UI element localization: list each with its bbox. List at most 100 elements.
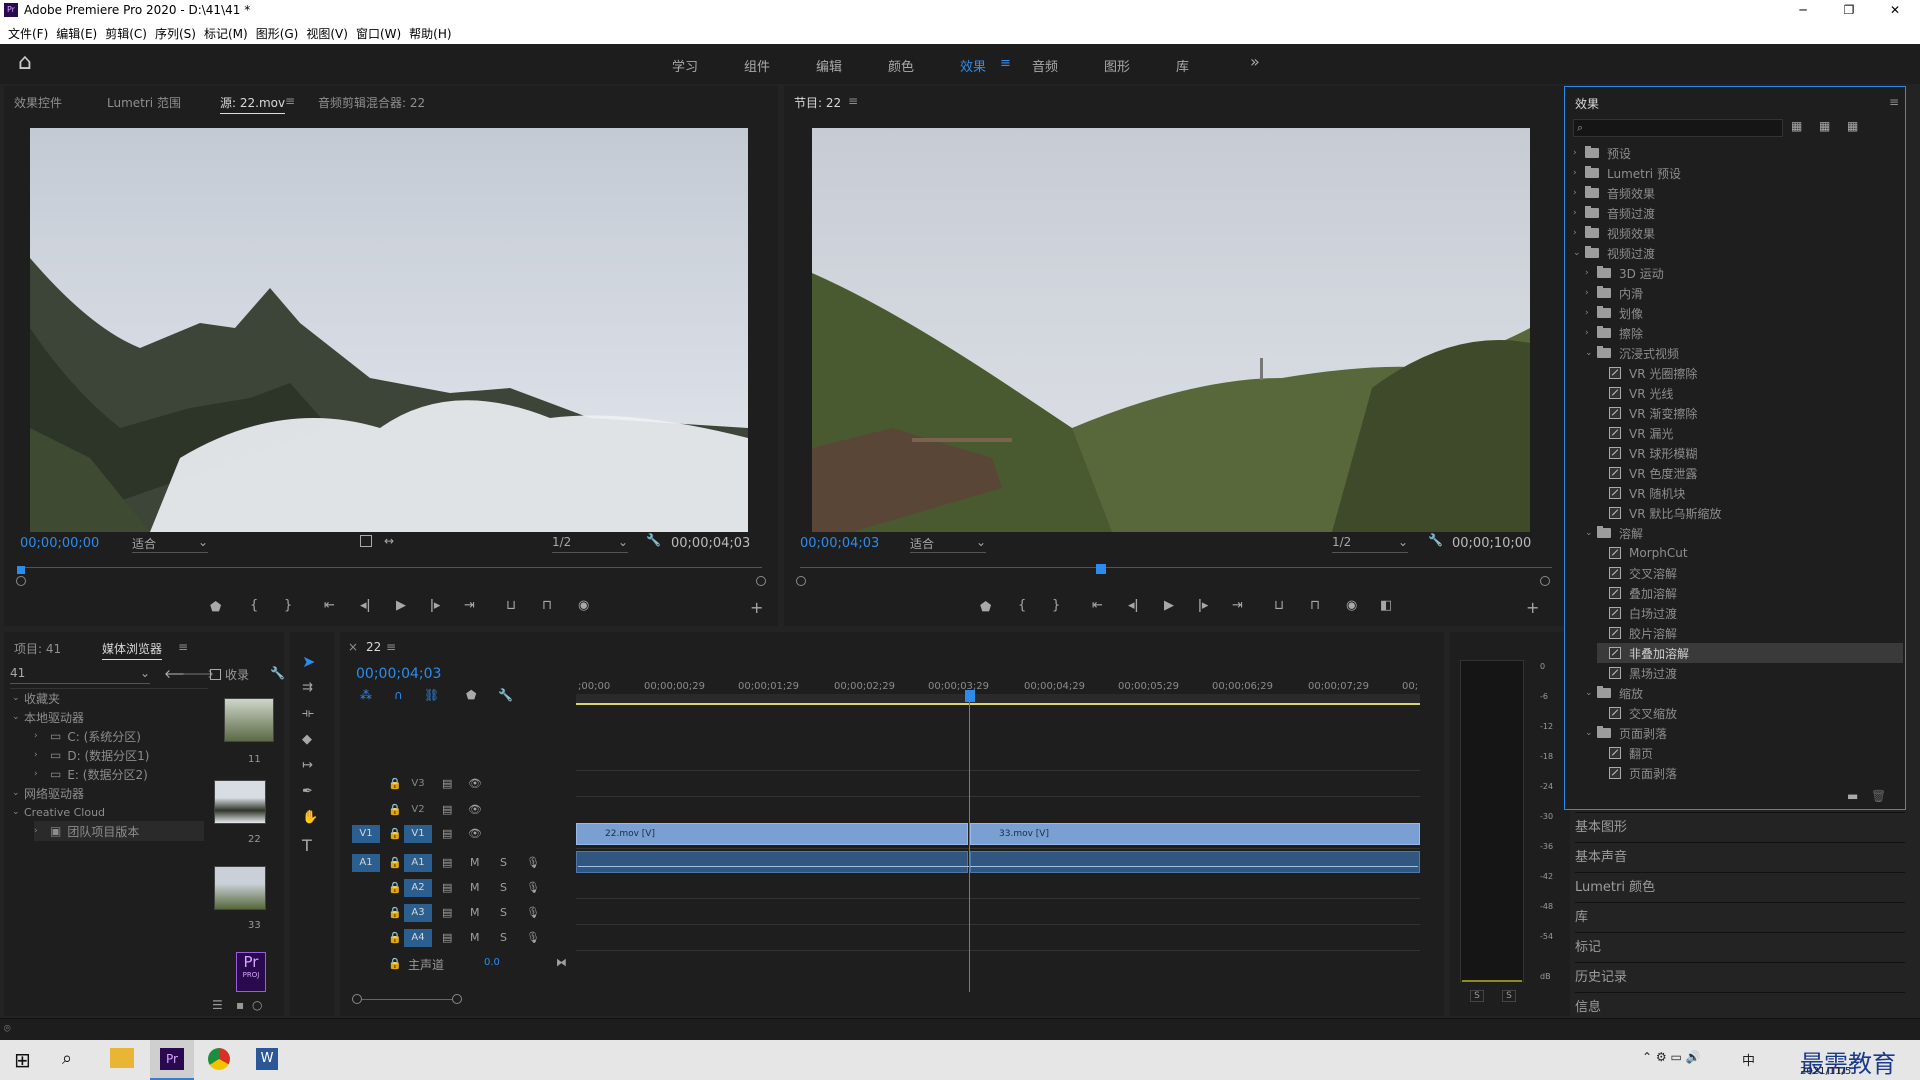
effects-tree-item[interactable]: ⌄ 溶解 <box>1585 523 1903 543</box>
effects-menu-icon[interactable]: ≡ <box>1889 95 1899 109</box>
effects-tree-item[interactable]: VR 渐变擦除 <box>1597 403 1903 423</box>
list-view-icon[interactable]: ☰ <box>212 998 223 1012</box>
media-thumbnail[interactable] <box>214 780 266 824</box>
windows-start-icon[interactable]: ⊞ <box>14 1048 31 1072</box>
tree-drive-e[interactable]: › ▭ E: (数据分区2) <box>34 764 148 784</box>
tab-program[interactable]: 节目: 22 <box>794 94 841 111</box>
menu-window[interactable]: 窗口(W) <box>356 25 401 42</box>
source-playhead[interactable] <box>17 566 25 574</box>
add-marker-icon[interactable]: ⬟ <box>210 600 221 615</box>
selection-tool-icon[interactable]: ➤ <box>302 652 315 671</box>
effects-tree-item[interactable]: › 音频效果 <box>1573 183 1903 203</box>
mute-button[interactable]: M <box>470 881 480 894</box>
icon-view-icon[interactable]: ▪ <box>236 998 244 1012</box>
tree-drive-c[interactable]: › ▭ C: (系统分区) <box>34 726 141 746</box>
pen-tool-icon[interactable]: ✒ <box>302 784 313 799</box>
sync-lock-icon[interactable]: ▤ <box>442 777 452 790</box>
mute-button[interactable]: M <box>470 906 480 919</box>
hand-tool-icon[interactable]: ✋ <box>302 810 318 825</box>
collapsed-panel-header[interactable]: Lumetri 颜色 <box>1575 872 1905 902</box>
chevron-down-icon[interactable]: ⌄ <box>1585 528 1597 538</box>
sync-lock-icon[interactable]: ▤ <box>442 856 452 869</box>
eye-icon[interactable]: 👁 <box>468 777 482 790</box>
extract-icon[interactable]: ⊓ <box>1310 598 1320 613</box>
workspace-graphics[interactable]: 图形 <box>1104 56 1130 75</box>
taskbar-search-icon[interactable]: ⌕ <box>62 1048 72 1069</box>
tab-media-browser[interactable]: 媒体浏览器 <box>102 640 163 660</box>
chevron-down-icon[interactable]: ⌄ <box>1585 348 1597 358</box>
audio-clip-22[interactable] <box>576 851 968 873</box>
lock-icon[interactable]: 🔒 <box>388 906 402 919</box>
go-to-out-icon[interactable]: ⇥ <box>1232 598 1243 613</box>
effects-tree-item[interactable]: 白场过渡 <box>1597 603 1903 623</box>
mark-in-icon[interactable]: { <box>1018 598 1026 613</box>
mark-in-icon[interactable]: { <box>250 598 258 613</box>
comparison-view-icon[interactable]: ◧ <box>1380 598 1392 613</box>
source-resolution-select[interactable]: 1/2 ⌄ <box>552 535 628 553</box>
effects-tree-item[interactable]: ⌄ 页面剥落 <box>1585 723 1903 743</box>
timeline-horizontal-scrollbar[interactable] <box>362 999 452 1000</box>
word-icon[interactable]: W <box>256 1048 278 1070</box>
solo-button[interactable]: S <box>500 881 507 894</box>
meter-solo-right-button[interactable]: S <box>1502 990 1516 1002</box>
mute-button[interactable]: M <box>470 931 480 944</box>
lock-icon[interactable]: 🔒 <box>388 803 402 816</box>
export-frame-icon[interactable]: ◉ <box>578 598 589 613</box>
step-back-icon[interactable]: ◂ǀ <box>1128 598 1138 613</box>
workspace-effects[interactable]: 效果 <box>960 56 986 75</box>
snap-magnet-icon[interactable]: ∩ <box>394 688 403 702</box>
effects-tree-item[interactable]: › 音频过渡 <box>1573 203 1903 223</box>
tab-lumetri-scopes[interactable]: Lumetri 范围 <box>107 94 181 111</box>
maximize-button[interactable]: ❐ <box>1826 0 1872 22</box>
audio-clip-33[interactable] <box>970 851 1420 873</box>
linked-selection-icon[interactable]: ⛓ <box>424 688 439 702</box>
project-file-icon[interactable]: Pr PROJ <box>236 952 266 992</box>
track-target-a3[interactable]: A3 <box>404 904 432 922</box>
source-zoom-end-handle[interactable] <box>756 576 766 586</box>
go-to-in-icon[interactable]: ⇤ <box>324 598 335 613</box>
sync-lock-icon[interactable]: ▤ <box>442 827 452 840</box>
effects-tree-item[interactable]: 叠加溶解 <box>1597 583 1903 603</box>
effects-tree-item[interactable]: VR 色度泄露 <box>1597 463 1903 483</box>
chevron-down-icon[interactable]: ⌄ <box>1585 728 1597 738</box>
lock-icon[interactable]: 🔒 <box>388 881 402 894</box>
new-bin-icon[interactable]: ▬ <box>1847 789 1858 803</box>
go-to-out-icon[interactable]: ⇥ <box>464 598 475 613</box>
chevron-right-icon[interactable]: › <box>1573 148 1585 158</box>
chevron-right-icon[interactable]: › <box>1573 208 1585 218</box>
effects-tree-item[interactable]: 页面剥落 <box>1597 763 1903 783</box>
effects-tree-item[interactable]: › 预设 <box>1573 143 1903 163</box>
delete-icon[interactable]: 🗑 <box>1871 789 1886 803</box>
track-target-v1[interactable]: V1 <box>404 825 432 843</box>
source-menu-icon[interactable]: ≡ <box>285 94 295 108</box>
microphone-icon[interactable]: 🎙 <box>526 881 540 894</box>
button-editor-plus-icon[interactable]: + <box>1526 598 1539 617</box>
effects-tree-item[interactable]: 黑场过渡 <box>1597 663 1903 683</box>
chevron-right-icon[interactable]: › <box>1585 268 1597 278</box>
timeline-zoom-start-handle[interactable] <box>352 994 362 1004</box>
collapsed-panel-header[interactable]: 基本声音 <box>1575 842 1905 872</box>
track-target-a4[interactable]: A4 <box>404 929 432 947</box>
go-to-end-icon[interactable]: ⧓ <box>556 956 567 969</box>
chevron-right-icon[interactable]: › <box>1573 228 1585 238</box>
lock-icon[interactable]: 🔒 <box>388 856 402 869</box>
home-icon[interactable]: ⌂ <box>18 50 32 75</box>
source-video-frame[interactable] <box>30 128 748 532</box>
menu-clip[interactable]: 剪辑(C) <box>105 25 147 42</box>
step-forward-icon[interactable]: ǀ▸ <box>430 598 440 613</box>
program-zoom-end-handle[interactable] <box>1540 576 1550 586</box>
program-resolution-select[interactable]: 1/2 ⌄ <box>1332 535 1408 553</box>
tree-favorites[interactable]: ⌄ 收藏夹 <box>12 688 60 708</box>
chrome-icon[interactable] <box>208 1048 230 1070</box>
tab-effect-controls[interactable]: 效果控件 <box>14 94 62 111</box>
minimize-button[interactable]: ─ <box>1780 0 1826 22</box>
lock-icon[interactable]: 🔒 <box>388 931 402 944</box>
source-scrub-bar[interactable] <box>20 567 762 568</box>
slip-tool-icon[interactable]: ↦ <box>302 758 313 773</box>
tab-project[interactable]: 项目: 41 <box>14 640 61 657</box>
nest-toggle-icon[interactable]: ⁂ <box>360 688 372 702</box>
tray-icons[interactable]: ⌃ ⚙ ▭ 🔊 <box>1642 1050 1701 1064</box>
solo-button[interactable]: S <box>500 931 507 944</box>
file-explorer-icon[interactable] <box>110 1048 134 1068</box>
effects-tree-item[interactable]: › 视频效果 <box>1573 223 1903 243</box>
